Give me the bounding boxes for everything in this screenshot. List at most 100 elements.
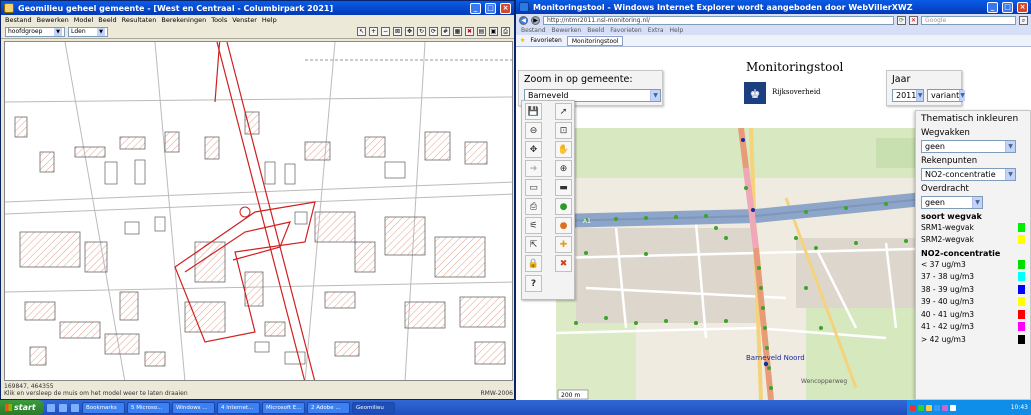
zoom-out-icon[interactable]: ⊖ (525, 122, 542, 139)
variant-select[interactable]: variant ▼ (927, 89, 965, 102)
favorites-star-icon[interactable]: ★ (520, 37, 525, 44)
ie-menu-extra[interactable]: Extra (648, 27, 664, 34)
maximize-button[interactable]: □ (485, 2, 496, 14)
orange-point-icon[interactable]: ● (555, 217, 572, 234)
tray-icon[interactable] (934, 404, 940, 411)
tab-monitoringstool[interactable]: Monitoringstool (566, 35, 624, 46)
tray-icon[interactable] (918, 404, 924, 411)
ie-menu-bar: Bestand Bewerken Beeld Favorieten Extra … (516, 26, 1031, 35)
wegvakken-select[interactable]: geen ▼ (921, 140, 1016, 153)
legend-label: 37 - 38 ug/m3 (921, 272, 975, 282)
refresh-icon[interactable]: ⟳ (429, 27, 438, 36)
task-button[interactable]: Bookmarks (82, 401, 125, 414)
hand-pan-icon[interactable]: ✋ (555, 141, 572, 158)
menu-berekeningen[interactable]: Berekeningen (161, 16, 206, 24)
table-icon[interactable]: ▦ (453, 27, 462, 36)
pan-arrows-icon[interactable]: ✥ (525, 141, 542, 158)
overdracht-select[interactable]: geen ▼ (921, 196, 983, 209)
zoom-in-icon[interactable]: ⊕ (555, 160, 572, 177)
layer-icon[interactable]: ▭ (525, 179, 542, 196)
task-button[interactable]: 4 Internet... (217, 401, 260, 414)
favorites-button[interactable]: Favorieten (530, 37, 561, 44)
menu-beeld[interactable]: Beeld (98, 16, 116, 24)
rekenpunten-select[interactable]: NO2-concentratie ▼ (921, 168, 1016, 181)
ie-menu-help[interactable]: Help (670, 27, 684, 34)
quicklaunch-icon[interactable] (71, 403, 79, 412)
print-icon[interactable]: ⎙ (501, 27, 510, 36)
layers-icon[interactable]: ▤ (477, 27, 486, 36)
next-extent-icon[interactable]: ➔ (525, 160, 542, 177)
task-button[interactable]: 2 Adobe ... (307, 401, 350, 414)
legend-swatch (1018, 322, 1025, 332)
help-icon[interactable]: ? (525, 275, 542, 292)
group-combo[interactable]: hoofdgroep ▼ (5, 26, 65, 37)
grid-icon[interactable]: # (441, 27, 450, 36)
overdracht-label: Overdracht (921, 184, 969, 194)
left-map-canvas[interactable] (4, 41, 513, 381)
ie-menu-beeld[interactable]: Beeld (587, 27, 604, 34)
delete-icon[interactable]: ✖ (465, 27, 474, 36)
thematic-panel: Thematisch inkleuren Wegvakken geen ▼ Rek… (915, 110, 1031, 400)
stop-icon[interactable]: ✕ (909, 15, 918, 25)
export-icon[interactable]: ⇱ (525, 236, 542, 253)
properties-icon[interactable]: ▣ (489, 27, 498, 36)
task-button-active[interactable]: Geomilieu (352, 401, 395, 414)
tray-icon[interactable] (926, 404, 932, 411)
green-point-icon[interactable]: ● (555, 198, 572, 215)
left-menu-bar: Bestand Bewerken Model Beeld Resultaten … (1, 15, 514, 25)
task-button[interactable]: 5 Microso... (127, 401, 170, 414)
ie-menu-bestand[interactable]: Bestand (521, 27, 546, 34)
lock-icon[interactable]: 🔒 (525, 255, 542, 272)
right-title-bar[interactable]: Monitoringstool - Windows Internet Explo… (516, 0, 1031, 14)
left-title-bar[interactable]: Geomilieu geheel gemeente - [West en Cen… (1, 1, 514, 15)
minimize-button[interactable]: _ (470, 2, 481, 14)
minimize-button[interactable]: _ (987, 1, 998, 13)
quicklaunch-icon[interactable] (47, 403, 55, 412)
zoom-box-icon[interactable]: ⊡ (555, 122, 572, 139)
menu-venster[interactable]: Venster (232, 16, 257, 24)
ie-menu-bewerken[interactable]: Bewerken (552, 27, 582, 34)
search-icon[interactable]: ⌕ (1019, 15, 1028, 25)
close-button[interactable]: × (1017, 1, 1028, 13)
maximize-button[interactable]: □ (1002, 1, 1013, 13)
period-combo[interactable]: Lden ▼ (68, 26, 108, 37)
close-button[interactable]: × (500, 2, 511, 14)
add-point-icon[interactable]: ✚ (555, 236, 572, 253)
refresh-icon[interactable]: ⟳ (897, 15, 906, 25)
year-value: 2011 (896, 91, 917, 100)
back-icon[interactable]: ◀ (519, 15, 528, 25)
select-tool-icon[interactable]: ↖ (357, 27, 366, 36)
menu-help[interactable]: Help (262, 16, 277, 24)
start-button[interactable]: start (0, 400, 44, 415)
year-select[interactable]: 2011 ▼ (892, 89, 924, 102)
quicklaunch-icon[interactable] (59, 403, 67, 412)
save-map-icon[interactable]: 💾 (525, 103, 542, 120)
tray-icon[interactable] (950, 404, 956, 411)
tray-icon[interactable] (910, 404, 916, 411)
ruler-icon[interactable]: ▬ (555, 179, 572, 196)
address-input[interactable]: http://ntmr2011.nsl-monitoring.nl/ (543, 15, 894, 25)
menu-bewerken[interactable]: Bewerken (37, 16, 69, 24)
ie-menu-favorieten[interactable]: Favorieten (610, 27, 641, 34)
legend-label: 39 - 40 ug/m3 (921, 297, 975, 307)
chevron-down-icon: ▼ (54, 27, 62, 36)
search-input[interactable]: Google (921, 15, 1016, 25)
menu-resultaten[interactable]: Resultaten (122, 16, 157, 24)
print-icon[interactable]: ⎙ (525, 198, 542, 215)
menu-model[interactable]: Model (74, 16, 94, 24)
zoom-in-icon[interactable]: + (369, 27, 378, 36)
remove-point-icon[interactable]: ✖ (555, 255, 572, 272)
rotate-icon[interactable]: ↻ (417, 27, 426, 36)
zoom-out-icon[interactable]: − (381, 27, 390, 36)
filter-icon[interactable]: ⚟ (525, 217, 542, 234)
taskbar: start Bookmarks 5 Microso... Windows ...… (0, 400, 1031, 415)
menu-bestand[interactable]: Bestand (5, 16, 32, 24)
pan-tool-icon[interactable]: ✥ (405, 27, 414, 36)
tray-icon[interactable] (942, 404, 948, 411)
menu-tools[interactable]: Tools (211, 16, 227, 24)
task-button[interactable]: Windows ... (172, 401, 215, 414)
zoom-extent-icon[interactable]: ⊠ (393, 27, 402, 36)
forward-icon[interactable]: ▶ (531, 15, 540, 25)
task-button[interactable]: Microsoft E... (262, 401, 305, 414)
pointer-icon[interactable]: ➚ (555, 103, 572, 120)
